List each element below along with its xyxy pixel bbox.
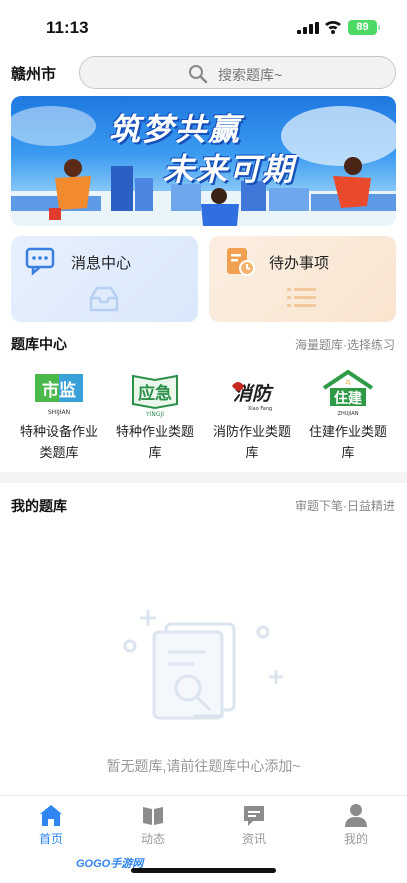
inbox-icon bbox=[89, 286, 119, 312]
svg-text:应急: 应急 bbox=[138, 383, 172, 404]
svg-text:ZHUJIAN: ZHUJIAN bbox=[338, 411, 359, 417]
svg-text:YINGJI: YINGJI bbox=[145, 411, 164, 418]
tab-dynamics[interactable]: 动态 bbox=[113, 802, 193, 847]
home-icon bbox=[11, 802, 91, 828]
tab-news[interactable]: 资讯 bbox=[214, 802, 294, 847]
tab-mine[interactable]: 我的 bbox=[316, 802, 396, 847]
shijian-logo-icon: 市监 SHIJIAN bbox=[29, 368, 89, 418]
message-center-label: 消息中心 bbox=[71, 255, 132, 272]
bank-center-subtitle[interactable]: 海量题库·选择练习 bbox=[295, 336, 395, 353]
tab-label: 动态 bbox=[140, 832, 165, 846]
my-bank-subtitle: 审题下笔·日益精进 bbox=[295, 499, 395, 513]
tab-label: 我的 bbox=[343, 832, 368, 846]
empty-document-icon bbox=[123, 610, 283, 720]
yingji-logo-icon: 应急 YINGJI bbox=[125, 368, 185, 418]
tab-label: 资讯 bbox=[241, 832, 266, 846]
user-icon bbox=[316, 802, 396, 828]
search-placeholder: 搜索题库~ bbox=[218, 67, 283, 83]
bank-item-fire-protection[interactable]: 消防 Xiao Fang 消防作业类题库 bbox=[202, 368, 302, 463]
tab-home[interactable]: 首页 bbox=[11, 802, 91, 847]
bank-item-label: 住建作业类题库 bbox=[308, 424, 387, 460]
svg-text:ZJ: ZJ bbox=[346, 380, 351, 386]
my-bank-title: 我的题库 bbox=[11, 498, 67, 514]
news-icon bbox=[214, 802, 294, 828]
chat-icon bbox=[25, 247, 55, 276]
tab-label: 首页 bbox=[38, 832, 63, 846]
search-icon bbox=[189, 65, 208, 84]
list-icon bbox=[287, 288, 316, 307]
status-time: 11:13 bbox=[46, 18, 89, 37]
bank-item-housing-construction[interactable]: ZJ 住建 ZHUJIAN 住建作业类题库 bbox=[298, 368, 398, 463]
bank-center-title: 题库中心 bbox=[11, 336, 67, 352]
city-selector[interactable]: 赣州市 bbox=[11, 63, 56, 84]
wifi-icon bbox=[325, 20, 341, 34]
battery-indicator: 89 bbox=[348, 20, 380, 35]
status-bar: 11:13 89 bbox=[0, 0, 407, 52]
home-indicator[interactable] bbox=[131, 868, 276, 873]
bank-item-label: 特种设备作业类题库 bbox=[19, 424, 98, 460]
section-divider bbox=[0, 472, 407, 483]
empty-state-text: 暂无题库,请前往题库中心添加~ bbox=[106, 758, 301, 774]
message-center-card[interactable]: 消息中心 bbox=[11, 236, 198, 322]
svg-text:SHIJIAN: SHIJIAN bbox=[48, 409, 70, 416]
banner-title-1: 筑梦共赢 bbox=[109, 112, 241, 147]
banner-carousel[interactable]: 筑梦共赢 未来可期 bbox=[11, 96, 396, 226]
svg-text:住建: 住建 bbox=[334, 390, 362, 407]
zhujian-logo-icon: ZJ 住建 ZHUJIAN bbox=[318, 368, 378, 418]
signal-icon bbox=[297, 22, 319, 34]
bank-item-special-operation[interactable]: 应急 YINGJI 特种作业类题库 bbox=[105, 368, 205, 463]
svg-text:市监: 市监 bbox=[42, 380, 76, 401]
search-input[interactable]: 搜索题库~ bbox=[79, 56, 396, 89]
bank-item-special-equipment[interactable]: 市监 SHIJIAN 特种设备作业类题库 bbox=[9, 368, 109, 463]
banner-title-2: 未来可期 bbox=[163, 152, 295, 187]
clipboard-clock-icon bbox=[227, 248, 255, 276]
xiaofang-logo-icon: 消防 Xiao Fang bbox=[222, 368, 282, 418]
todo-card[interactable]: 待办事项 bbox=[209, 236, 396, 322]
svg-text:Xiao Fang: Xiao Fang bbox=[248, 406, 272, 412]
todo-label: 待办事项 bbox=[269, 255, 330, 272]
book-icon bbox=[113, 802, 193, 828]
bank-item-label: 消防作业类题库 bbox=[212, 424, 291, 460]
bank-item-label: 特种作业类题库 bbox=[115, 424, 194, 460]
